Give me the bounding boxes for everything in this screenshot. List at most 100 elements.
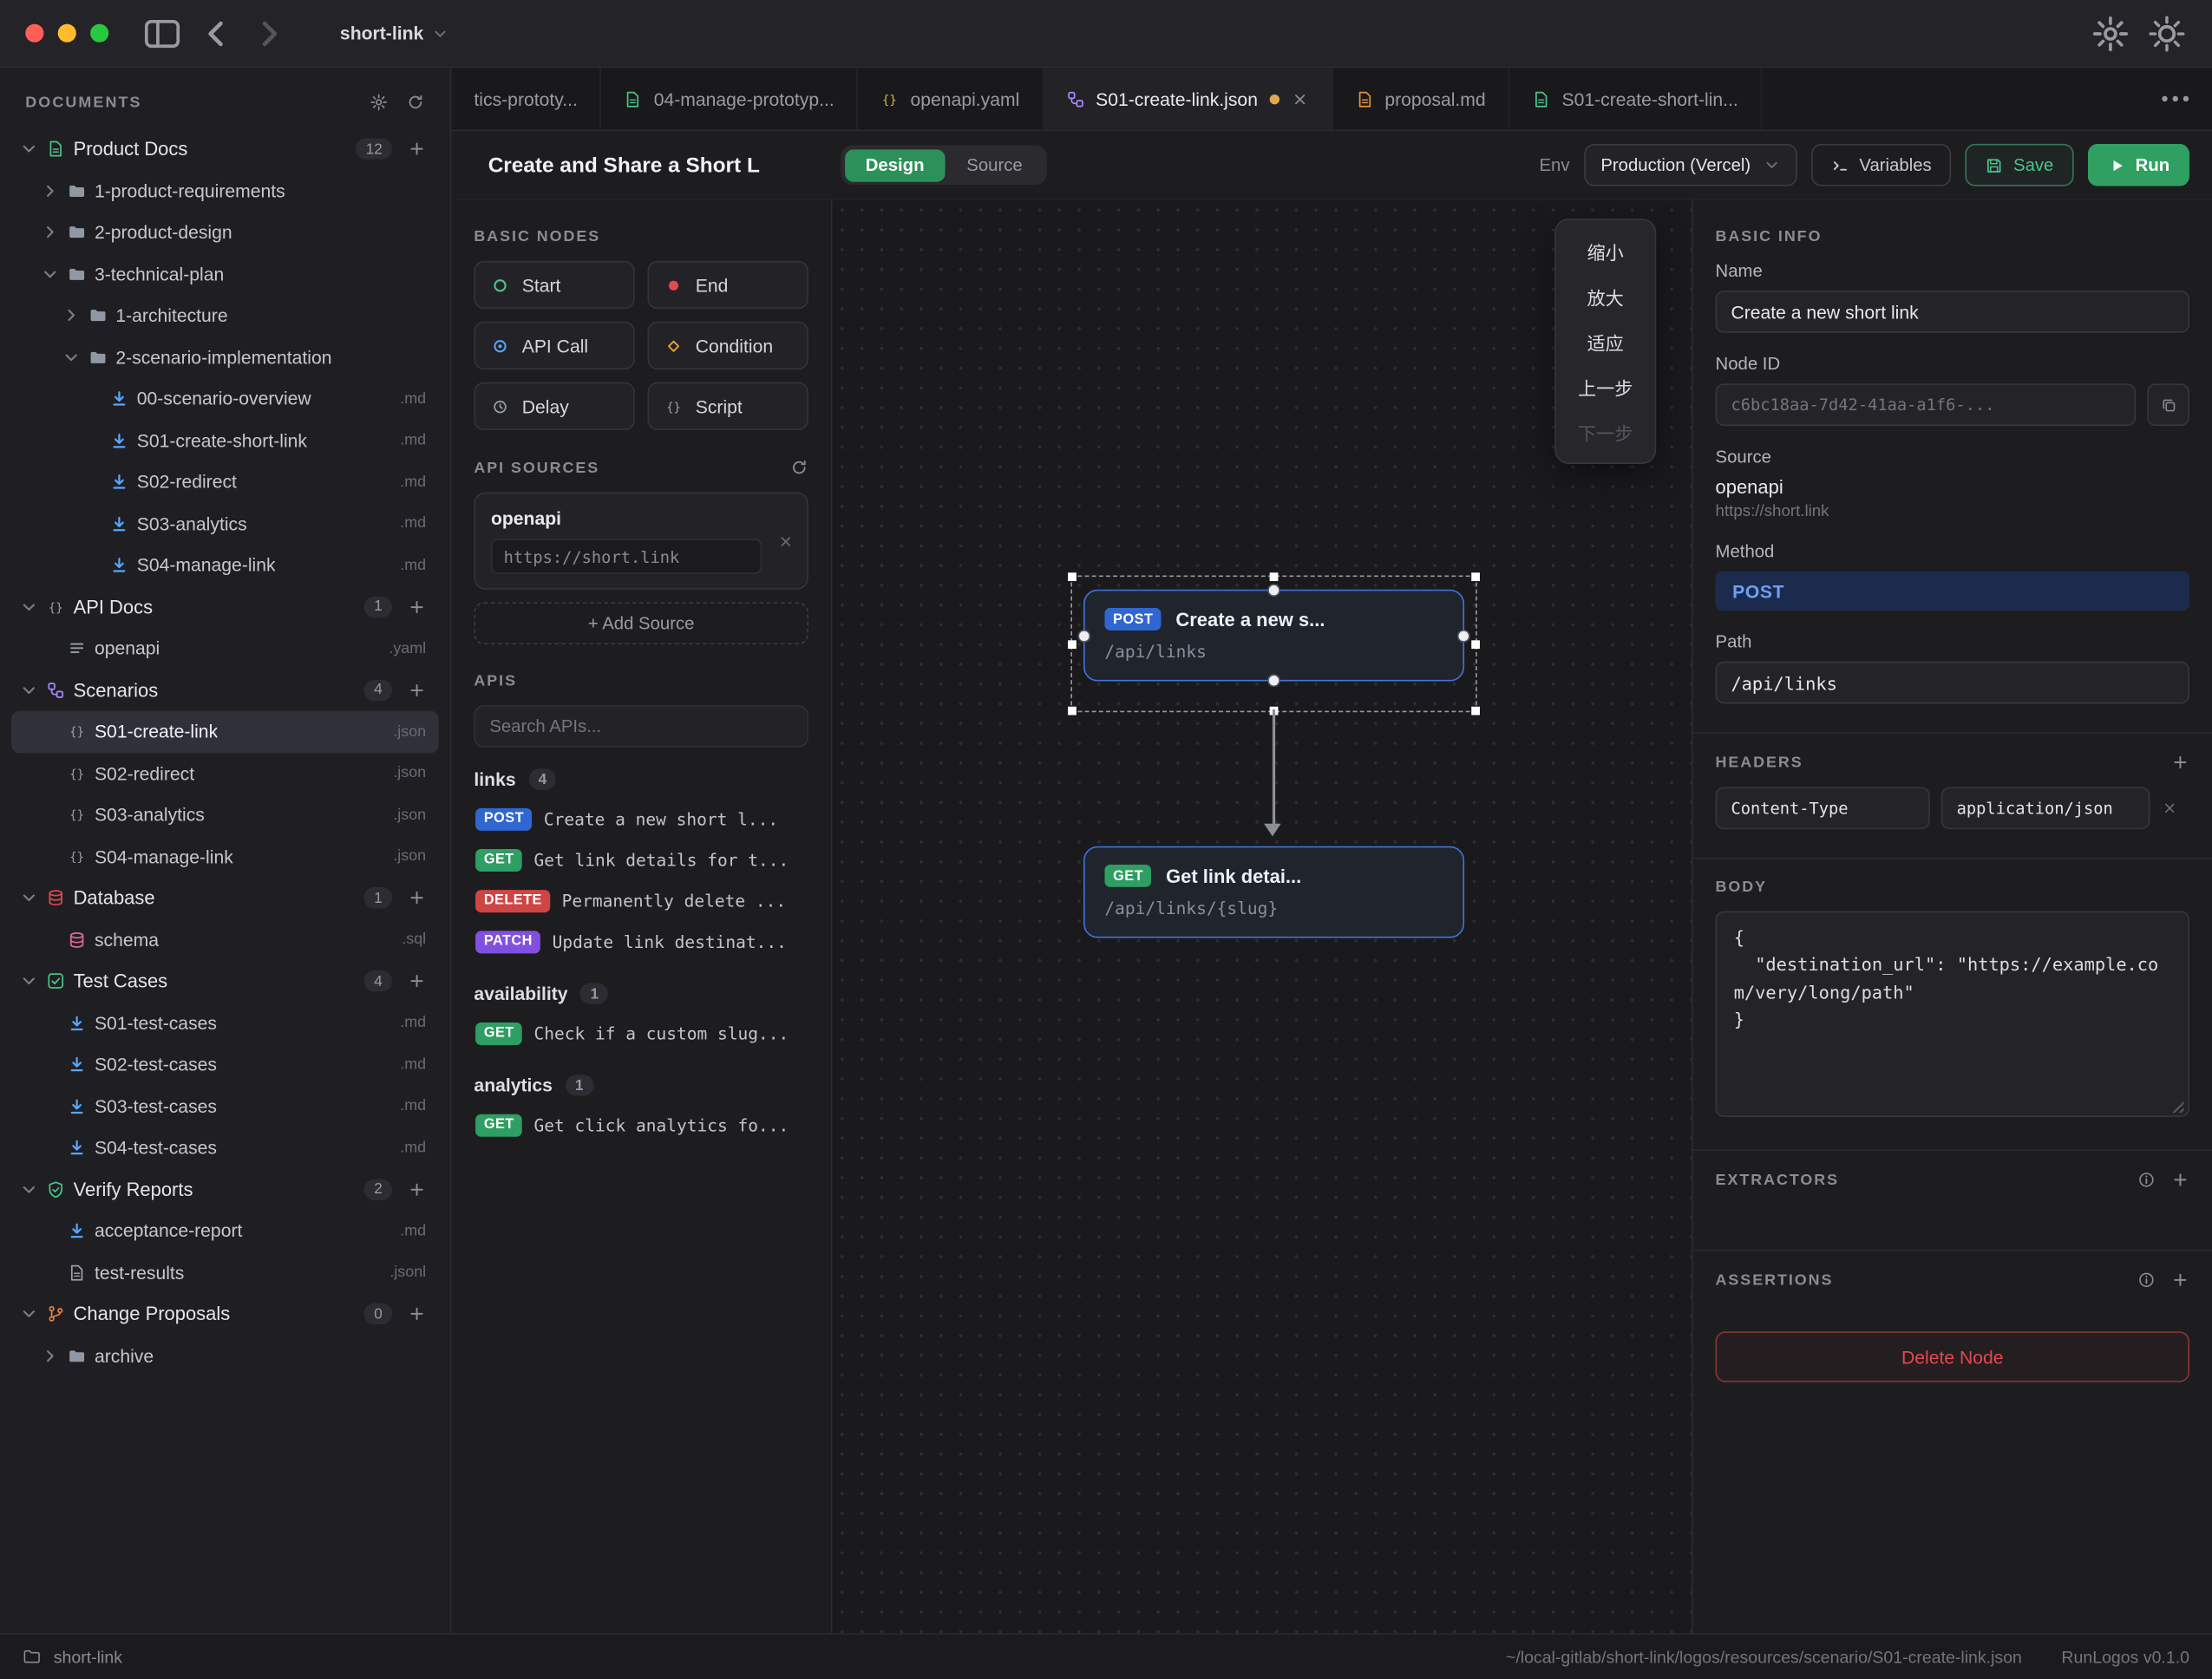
api-item[interactable]: DELETEPermanently delete ...	[474, 880, 808, 921]
resize-handle[interactable]	[1471, 572, 1480, 581]
tab-design[interactable]: Design	[844, 149, 946, 181]
resize-handle[interactable]	[1471, 640, 1480, 649]
api-item[interactable]: POSTCreate a new short l...	[474, 798, 808, 839]
chevron-right-icon[interactable]	[41, 181, 59, 199]
chevron-down-icon[interactable]	[20, 972, 38, 990]
resize-handle[interactable]	[1068, 707, 1077, 715]
api-source-url-input[interactable]	[491, 539, 762, 574]
tree-item-Test Cases[interactable]: Test Cases4	[11, 960, 439, 1002]
remove-source-icon[interactable]	[777, 532, 795, 550]
api-item[interactable]: GETCheck if a custom slug...	[474, 1013, 808, 1054]
node-button-delay[interactable]: Delay	[474, 382, 634, 430]
search-apis-input[interactable]	[474, 705, 808, 748]
resize-handle[interactable]	[1471, 707, 1480, 715]
tab-overflow-button[interactable]	[2158, 82, 2192, 115]
chevron-down-icon[interactable]	[62, 348, 81, 366]
node-button-script[interactable]: {}Script	[647, 382, 808, 430]
flow-canvas[interactable]: POST Create a new s... /api/links GE	[833, 200, 1693, 1633]
chevron-right-icon[interactable]	[62, 306, 81, 324]
api-item[interactable]: GETGet click analytics fo...	[474, 1104, 808, 1145]
api-item[interactable]: PATCHUpdate link destinat...	[474, 921, 808, 962]
tree-item-S04-manage-link[interactable]: S04-manage-link.md	[11, 545, 439, 586]
zoom-window-button[interactable]	[90, 24, 108, 42]
tree-item-Database[interactable]: Database1	[11, 878, 439, 919]
connection-port[interactable]	[1077, 629, 1090, 642]
node-name-input[interactable]	[1716, 291, 2189, 333]
tree-item-S01-test-cases[interactable]: S01-test-cases.md	[11, 1002, 439, 1043]
tree-item-1-product-requirements[interactable]: 1-product-requirements	[11, 170, 439, 212]
add-button[interactable]	[408, 598, 426, 616]
sources-refresh-icon[interactable]	[790, 459, 808, 477]
tree-item-openapi[interactable]: openapi.yaml	[11, 628, 439, 670]
node-button-api[interactable]: API Call	[474, 322, 634, 369]
header-key-input[interactable]	[1716, 787, 1930, 829]
tree-item-2-scenario-implementation[interactable]: 2-scenario-implementation	[11, 336, 439, 378]
step-back-button[interactable]: 上一步	[1556, 364, 1655, 409]
forward-icon[interactable]	[250, 13, 290, 53]
minimize-window-button[interactable]	[58, 24, 76, 42]
tree-item-Change Proposals[interactable]: Change Proposals0	[11, 1293, 439, 1335]
body-editor[interactable]	[1716, 911, 2189, 1117]
tree-item-API Docs[interactable]: {}API Docs1	[11, 586, 439, 628]
chevron-down-icon[interactable]	[20, 140, 38, 158]
back-icon[interactable]	[196, 13, 236, 53]
add-button[interactable]	[408, 889, 426, 907]
tree-item-Scenarios[interactable]: Scenarios4	[11, 670, 439, 711]
resize-handle[interactable]	[1068, 640, 1077, 649]
add-button[interactable]	[408, 140, 426, 158]
tab-S01-create-link.json[interactable]: S01-create-link.json	[1044, 68, 1332, 130]
tab-openapi.yaml[interactable]: {}openapi.yaml	[858, 68, 1044, 130]
copy-node-id-button[interactable]	[2147, 383, 2189, 426]
node-button-end[interactable]: End	[647, 261, 808, 309]
flow-node-create-link[interactable]: POST Create a new s... /api/links	[1083, 590, 1464, 682]
zoom-fit-button[interactable]: 适应	[1556, 319, 1655, 364]
tree-item-S03-test-cases[interactable]: S03-test-cases.md	[11, 1085, 439, 1127]
tree-item-3-technical-plan[interactable]: 3-technical-plan	[11, 253, 439, 295]
resize-handle[interactable]	[1270, 572, 1279, 581]
remove-header-icon[interactable]	[2161, 800, 2178, 817]
tab-proposal.md[interactable]: proposal.md	[1332, 68, 1509, 130]
documents-gear-icon[interactable]	[370, 93, 388, 111]
connection-port[interactable]	[1267, 584, 1280, 597]
delete-node-button[interactable]: Delete Node	[1716, 1331, 2189, 1382]
api-item[interactable]: GETGet link details for t...	[474, 840, 808, 880]
header-value-input[interactable]	[1941, 787, 2150, 829]
tree-item-S03-analytics[interactable]: S03-analytics.md	[11, 503, 439, 545]
tree-item-1-architecture[interactable]: 1-architecture	[11, 295, 439, 336]
chevron-down-icon[interactable]	[20, 598, 38, 616]
tree-item-Verify Reports[interactable]: Verify Reports2	[11, 1168, 439, 1210]
tree-item-S04-test-cases[interactable]: S04-test-cases.md	[11, 1127, 439, 1168]
run-button[interactable]: Run	[2087, 144, 2189, 186]
add-button[interactable]	[408, 1305, 426, 1323]
tree-item-00-scenario-overview[interactable]: 00-scenario-overview.md	[11, 378, 439, 420]
variables-button[interactable]: Variables	[1811, 144, 1951, 186]
flow-node-get-link[interactable]: GET Get link detai... /api/links/{slug}	[1083, 846, 1464, 938]
chevron-right-icon[interactable]	[41, 223, 59, 241]
close-window-button[interactable]	[25, 24, 43, 42]
node-id-input[interactable]	[1716, 383, 2137, 426]
zoom-in-button[interactable]: 放大	[1556, 273, 1655, 318]
sidebar-toggle-icon[interactable]	[142, 13, 182, 53]
add-source-button[interactable]: + Add Source	[474, 602, 808, 644]
tab-04-manage-prototyp...[interactable]: 04-manage-prototyp...	[602, 68, 859, 130]
tree-item-S04-manage-link[interactable]: {}S04-manage-link.json	[11, 836, 439, 878]
chevron-down-icon[interactable]	[41, 265, 59, 283]
add-button[interactable]	[408, 1180, 426, 1199]
tree-item-S02-redirect[interactable]: {}S02-redirect.json	[11, 753, 439, 794]
save-button[interactable]: Save	[1966, 144, 2073, 186]
add-header-icon[interactable]	[2171, 753, 2189, 771]
tab-source[interactable]: Source	[946, 149, 1044, 181]
path-input[interactable]	[1716, 662, 2189, 704]
connection-port[interactable]	[1457, 629, 1470, 642]
add-extractor-icon[interactable]	[2171, 1171, 2189, 1189]
add-button[interactable]	[408, 972, 426, 990]
connection-port[interactable]	[1267, 674, 1280, 687]
tree-item-S02-test-cases[interactable]: S02-test-cases.md	[11, 1043, 439, 1085]
chevron-down-icon[interactable]	[20, 889, 38, 907]
resize-handle[interactable]	[1068, 572, 1077, 581]
chevron-down-icon[interactable]	[20, 1305, 38, 1323]
tree-item-S03-analytics[interactable]: {}S03-analytics.json	[11, 794, 439, 836]
tree-item-acceptance-report[interactable]: acceptance-report.md	[11, 1210, 439, 1251]
add-button[interactable]	[408, 681, 426, 699]
chevron-down-icon[interactable]	[20, 681, 38, 699]
